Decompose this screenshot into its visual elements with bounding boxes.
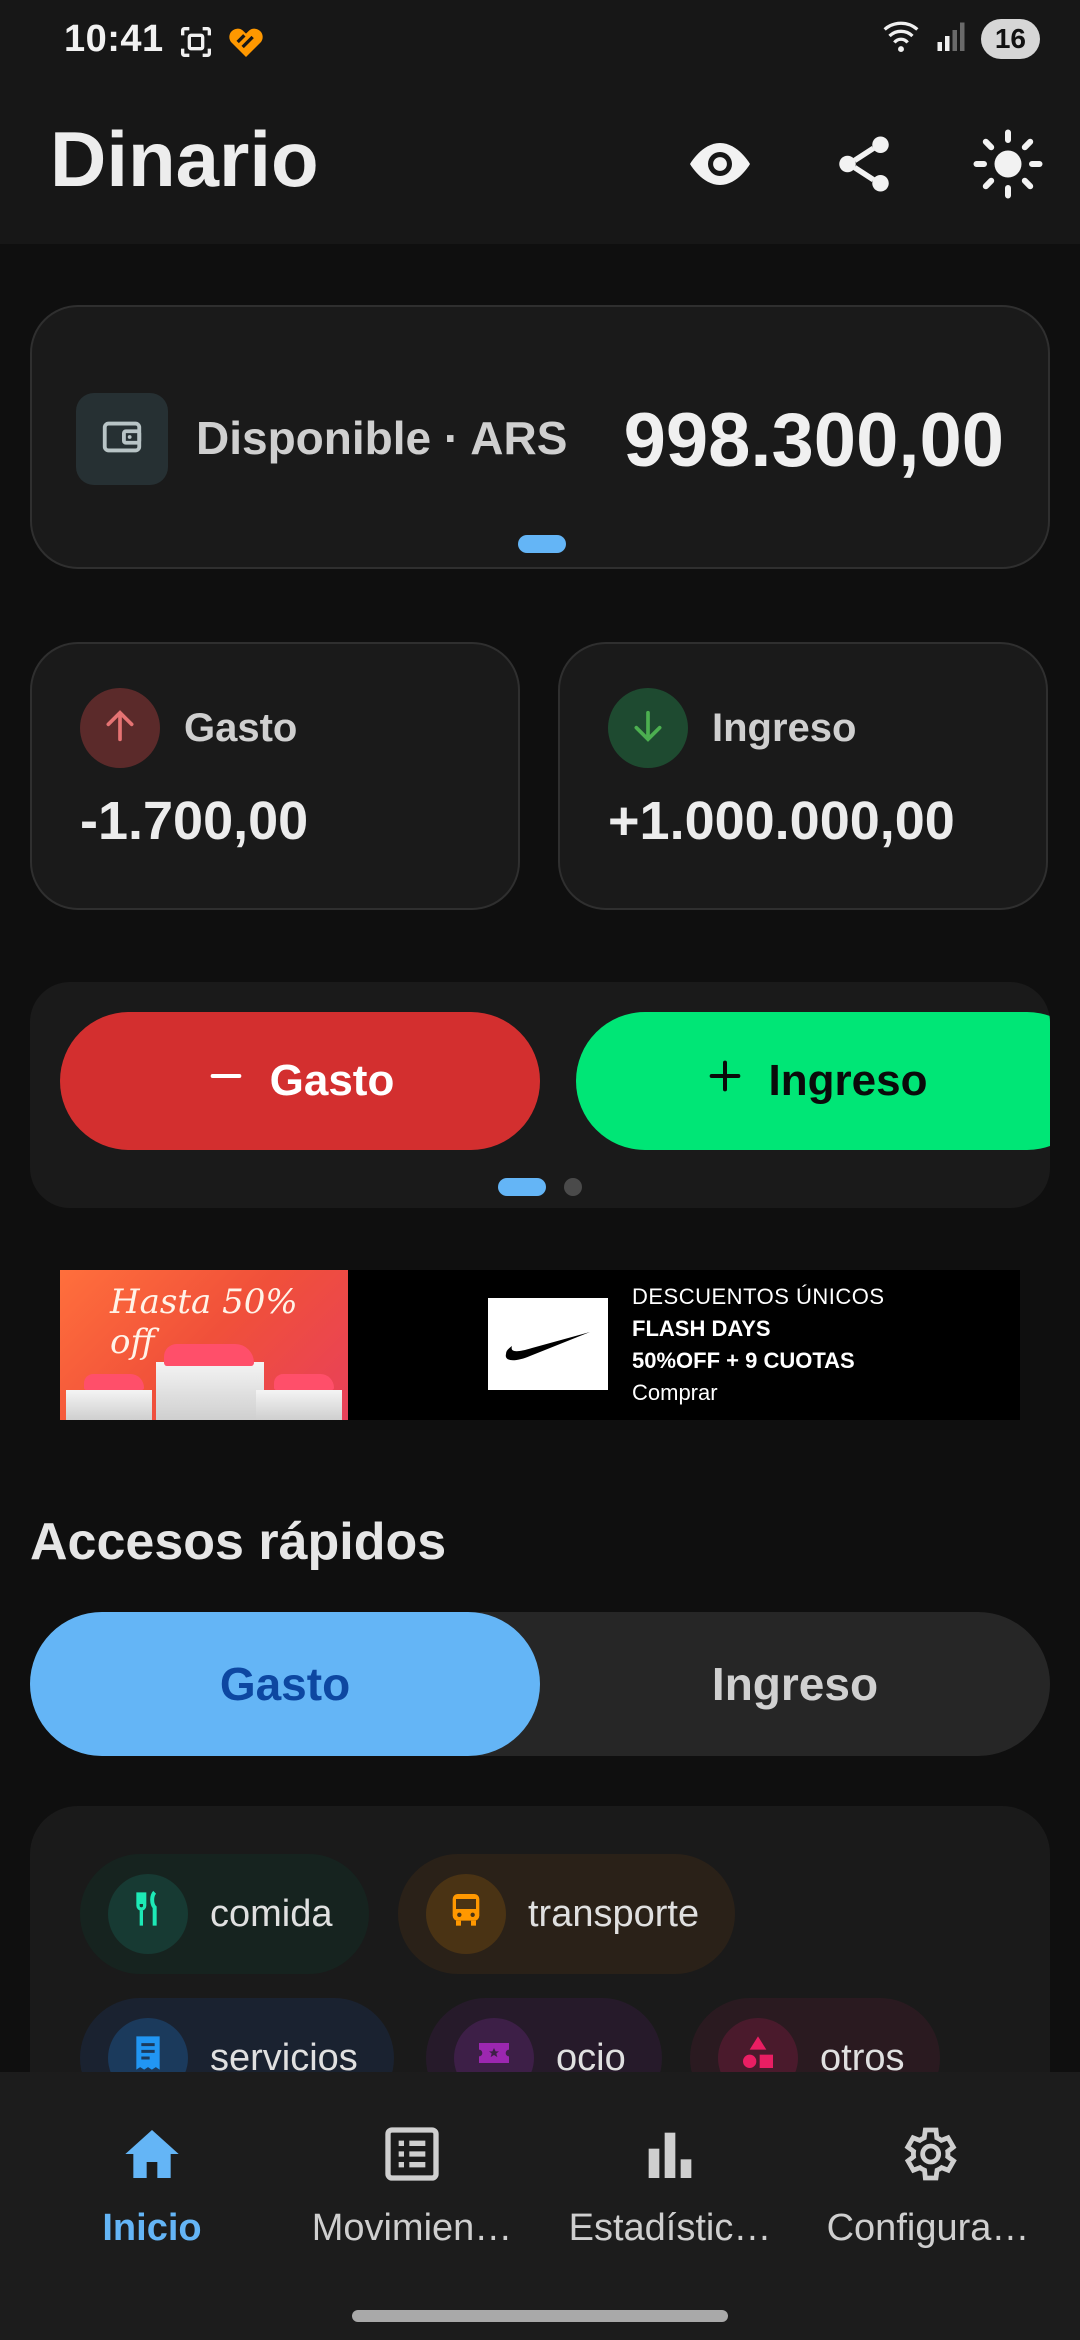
- ad-banner[interactable]: Hasta 50% off DESCUENTOS ÚNICOS FLASH DA…: [60, 1270, 1020, 1420]
- carousel-dot-active: [498, 1178, 546, 1196]
- visibility-button[interactable]: [680, 126, 760, 206]
- chip-comida[interactable]: comida: [80, 1854, 369, 1974]
- nav-item-estadisticas[interactable]: Estadístic…: [540, 2122, 800, 2250]
- status-bar: 10:41 16: [0, 0, 1080, 84]
- nav-label: Movimien…: [311, 2207, 513, 2249]
- ad-shoe: [164, 1344, 254, 1366]
- income-value: +1.000.000,00: [608, 791, 955, 851]
- brand-logo: [488, 1298, 608, 1390]
- ad-cta[interactable]: Comprar: [632, 1380, 885, 1406]
- plus-icon: [705, 1056, 745, 1107]
- fork-knife-icon: [128, 1889, 168, 1939]
- expense-icon-circle: [80, 688, 160, 768]
- brightness-icon: [972, 128, 1044, 205]
- add-expense-label: Gasto: [269, 1056, 395, 1105]
- quick-action-carousel[interactable]: Gasto Ingreso: [30, 982, 1050, 1208]
- screenshot-icon: [176, 22, 216, 67]
- battery-indicator: 16: [980, 18, 1040, 59]
- arrow-down-icon: [628, 706, 668, 751]
- chip-label: transporte: [528, 1892, 700, 1935]
- share-icon: [831, 131, 897, 202]
- wallet-icon: [99, 414, 145, 465]
- ad-pedestal: [66, 1390, 152, 1420]
- gear-icon: [896, 2122, 960, 2191]
- nav-item-movimientos[interactable]: Movimien…: [282, 2122, 542, 2250]
- app-title: Dinario: [50, 115, 319, 203]
- ad-line3: 50%OFF + 9 CUOTAS: [632, 1348, 855, 1373]
- wallet-icon-box: [76, 393, 168, 485]
- quick-access-title: Accesos rápidos: [30, 1513, 447, 1571]
- income-icon-circle: [608, 688, 688, 768]
- bottom-navigation: Inicio Movimien… Estadístic… Configura…: [0, 2072, 1080, 2340]
- minus-icon: [206, 1056, 246, 1107]
- add-expense-button[interactable]: Gasto: [60, 1012, 540, 1150]
- chip-icon-box: [426, 1874, 506, 1954]
- bar-chart-icon: [638, 2122, 702, 2191]
- wifi-icon: [881, 18, 921, 59]
- carousel-dot: [564, 1178, 582, 1196]
- income-summary-card[interactable]: Ingreso +1.000.000,00: [558, 642, 1048, 910]
- balance-amount: 998.300,00: [623, 398, 1004, 483]
- status-system-icons: 16: [881, 18, 1040, 59]
- bus-icon: [446, 1889, 486, 1939]
- add-income-button[interactable]: Ingreso: [576, 1012, 1050, 1150]
- nav-label: Estadístic…: [568, 2207, 772, 2249]
- ad-pedestal: [256, 1390, 342, 1420]
- arrow-up-icon: [100, 706, 140, 751]
- balance-label: Disponible · ARS: [196, 412, 568, 464]
- ad-shoe: [274, 1374, 334, 1390]
- heart-app-icon: [226, 22, 266, 67]
- status-notification-icons: [176, 22, 266, 67]
- tab-ingreso[interactable]: Ingreso: [540, 1612, 1050, 1756]
- income-label: Ingreso: [712, 706, 857, 750]
- quick-access-type-toggle: Gasto Ingreso: [30, 1612, 1050, 1756]
- chip-icon-box: [108, 1874, 188, 1954]
- signal-icon: [933, 18, 969, 59]
- chip-label: comida: [210, 1892, 333, 1935]
- add-income-label: Ingreso: [768, 1056, 928, 1105]
- ad-line2: FLASH DAYS: [632, 1316, 771, 1341]
- status-time: 10:41: [64, 18, 164, 60]
- eye-icon: [684, 128, 756, 205]
- nav-label: Inicio: [102, 2207, 202, 2249]
- expense-summary-card[interactable]: Gasto -1.700,00: [30, 642, 520, 910]
- chip-transporte[interactable]: transporte: [398, 1854, 736, 1974]
- balance-card[interactable]: Disponible · ARS 998.300,00: [30, 305, 1050, 569]
- theme-toggle-button[interactable]: [968, 126, 1048, 206]
- list-icon: [380, 2122, 444, 2191]
- ad-line1: DESCUENTOS ÚNICOS: [632, 1284, 885, 1309]
- expense-label: Gasto: [184, 706, 298, 750]
- expense-value: -1.700,00: [80, 791, 309, 851]
- ad-copy: DESCUENTOS ÚNICOS FLASH DAYS 50%OFF + 9 …: [632, 1284, 885, 1406]
- ad-shoe: [84, 1374, 144, 1390]
- nav-item-inicio[interactable]: Inicio: [22, 2122, 282, 2250]
- tab-gasto[interactable]: Gasto: [30, 1612, 540, 1756]
- home-icon: [120, 2122, 184, 2191]
- nav-item-configuracion[interactable]: Configura…: [798, 2122, 1058, 2250]
- nav-label: Configura…: [826, 2207, 1030, 2249]
- home-indicator[interactable]: [352, 2310, 728, 2322]
- balance-page-indicator: [518, 535, 566, 553]
- ad-pedestal: [156, 1362, 264, 1420]
- share-button[interactable]: [824, 126, 904, 206]
- ad-image: Hasta 50% off: [60, 1270, 348, 1420]
- app-bar: Dinario: [0, 84, 1080, 244]
